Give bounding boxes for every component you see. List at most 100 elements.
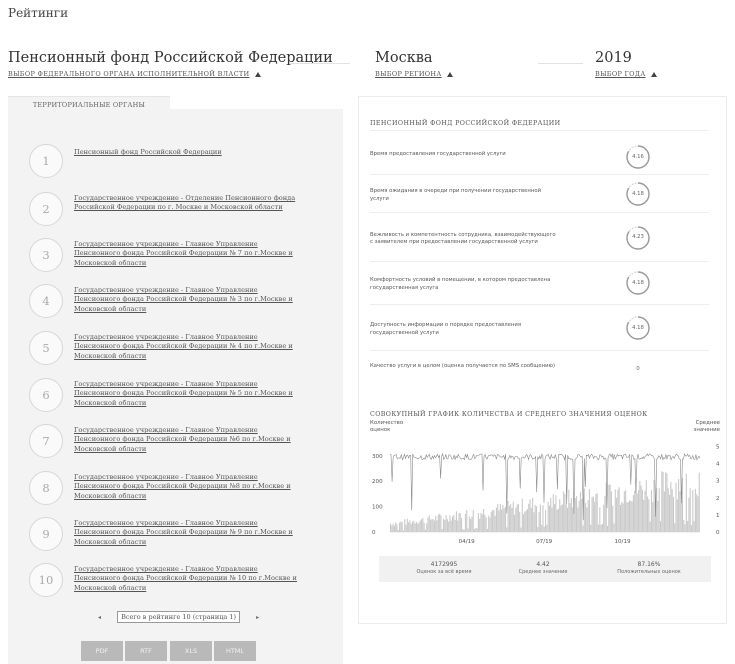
federal-body-selector[interactable]: ВЫБОР ФЕДЕРАЛЬНОГО ОРГАНА ИСПОЛНИТЕЛЬНОЙ…: [8, 70, 261, 78]
criterion-score: 4.18: [632, 190, 644, 197]
export-html-button[interactable]: HTML: [214, 641, 256, 661]
chart-bar: [481, 514, 483, 532]
chart-bar: [676, 499, 678, 532]
chart-bar: [395, 522, 397, 532]
chart-bar: [464, 513, 467, 532]
chart-bar: [470, 519, 472, 532]
next-page-button[interactable]: ▸: [256, 614, 259, 621]
chart-bar: [480, 512, 482, 532]
chart-bar: [475, 527, 477, 532]
chart-bar: [525, 510, 527, 532]
chart-bar: [641, 489, 643, 532]
chart-bar: [494, 515, 496, 532]
chart-bar: [454, 519, 456, 532]
chart-bar: [604, 495, 606, 532]
chart-bar: [430, 519, 432, 532]
chart-bar: [616, 497, 618, 532]
chart-bar: [632, 495, 634, 532]
chart-bar: [596, 493, 598, 532]
org-link[interactable]: Государственное учреждение - Главное Упр…: [74, 473, 304, 501]
federal-body-selector-label: ВЫБОР ФЕДЕРАЛЬНОГО ОРГАНА ИСПОЛНИТЕЛЬНОЙ…: [8, 70, 250, 78]
tab-territorial-bodies[interactable]: ТЕРРИТОРИАЛЬНЫЕ ОРГАНЫ: [8, 96, 170, 113]
chart-bar: [617, 489, 619, 532]
chart-bar: [687, 520, 689, 532]
chart-bar: [667, 488, 669, 532]
chart-title: СОВОКУПНЫЙ ГРАФИК КОЛИЧЕСТВА И СРЕДНЕГО …: [370, 411, 648, 418]
export-rtf-button[interactable]: RTF: [125, 641, 167, 661]
chart-bar: [556, 509, 558, 532]
region-value: Москва: [375, 50, 433, 66]
chart-bar: [590, 524, 592, 532]
chart-bar: [649, 521, 651, 532]
chart-bar: [432, 519, 434, 532]
criterion-score: 4.16: [632, 153, 644, 160]
chart-bar: [550, 497, 552, 532]
chart-bar: [459, 513, 461, 532]
chart-bar: [399, 522, 401, 532]
org-rank-badge: 5: [29, 331, 63, 365]
chart-bar: [516, 504, 518, 532]
chart-bar: [597, 524, 600, 532]
chart-bar: [692, 490, 694, 532]
org-link[interactable]: Государственное учреждение - Главное Упр…: [74, 380, 304, 408]
chart-bar: [409, 520, 411, 532]
chart-bar: [477, 512, 479, 532]
export-pdf-button[interactable]: PDF: [81, 641, 123, 661]
prev-page-button[interactable]: ◂: [98, 614, 101, 621]
chart-bar: [441, 528, 443, 532]
divider: [370, 304, 709, 305]
chart-bar: [493, 510, 495, 532]
region-selector[interactable]: ВЫБОР РЕГИОНА: [375, 70, 453, 78]
chart-bar: [547, 501, 549, 532]
chart-bar: [670, 481, 672, 532]
chart-bar: [433, 520, 436, 532]
export-xls-button[interactable]: XLS: [170, 641, 212, 661]
year-selector[interactable]: ВЫБОР ГОДА: [595, 70, 657, 78]
chart-bar: [569, 503, 571, 532]
chart-bar: [685, 473, 687, 532]
chart-bar: [408, 522, 410, 532]
org-link[interactable]: Государственное учреждение - Отделение П…: [74, 194, 304, 213]
chart-bar: [601, 523, 603, 532]
chart-bar: [576, 496, 578, 532]
chart-bar: [427, 517, 429, 532]
summary-average-label: Среднее значение: [518, 569, 568, 575]
chart-bar: [600, 524, 602, 532]
chart-bar: [541, 524, 543, 532]
chart-bar: [564, 494, 566, 532]
chart-bar: [658, 488, 660, 532]
chart-bar: [561, 504, 563, 532]
org-link[interactable]: Государственное учреждение - Главное Упр…: [74, 519, 304, 547]
chart-bar: [437, 514, 439, 532]
chart-ytick-right: 5: [716, 445, 720, 451]
org-link[interactable]: Государственное учреждение - Главное Упр…: [74, 333, 304, 361]
org-link[interactable]: Государственное учреждение - Главное Упр…: [74, 286, 304, 314]
region-selector-label: ВЫБОР РЕГИОНА: [375, 70, 442, 78]
chart-bar: [520, 527, 522, 532]
chart-bar: [476, 528, 478, 532]
org-link[interactable]: Пенсионный фонд Российской Федерации: [74, 148, 304, 157]
chart-bar: [648, 499, 650, 532]
chart-bar: [555, 495, 557, 532]
chart-bar: [512, 501, 514, 532]
criterion-score: 4.23: [632, 234, 644, 240]
org-link[interactable]: Государственное учреждение - Главное Упр…: [74, 565, 304, 593]
chart-bar: [585, 503, 587, 532]
chart-bar: [452, 516, 454, 532]
chart-ytick-left: 200: [372, 479, 383, 485]
org-link[interactable]: Государственное учреждение - Главное Упр…: [74, 426, 304, 454]
org-link[interactable]: Государственное учреждение - Главное Упр…: [74, 240, 304, 268]
chart-bar: [463, 529, 465, 532]
chart-bar: [690, 525, 693, 532]
chart-bar: [538, 512, 540, 532]
chart-ytick-left: 0: [372, 530, 376, 536]
chart-bar: [424, 529, 426, 532]
chart-bar: [467, 528, 469, 532]
chart-bar: [684, 524, 686, 532]
chart-bar: [678, 479, 680, 532]
chart-bar: [643, 499, 645, 532]
chart-bar: [653, 480, 655, 532]
chart-bar: [577, 507, 579, 532]
chart-bar: [508, 505, 510, 532]
chart-bar: [588, 489, 591, 532]
